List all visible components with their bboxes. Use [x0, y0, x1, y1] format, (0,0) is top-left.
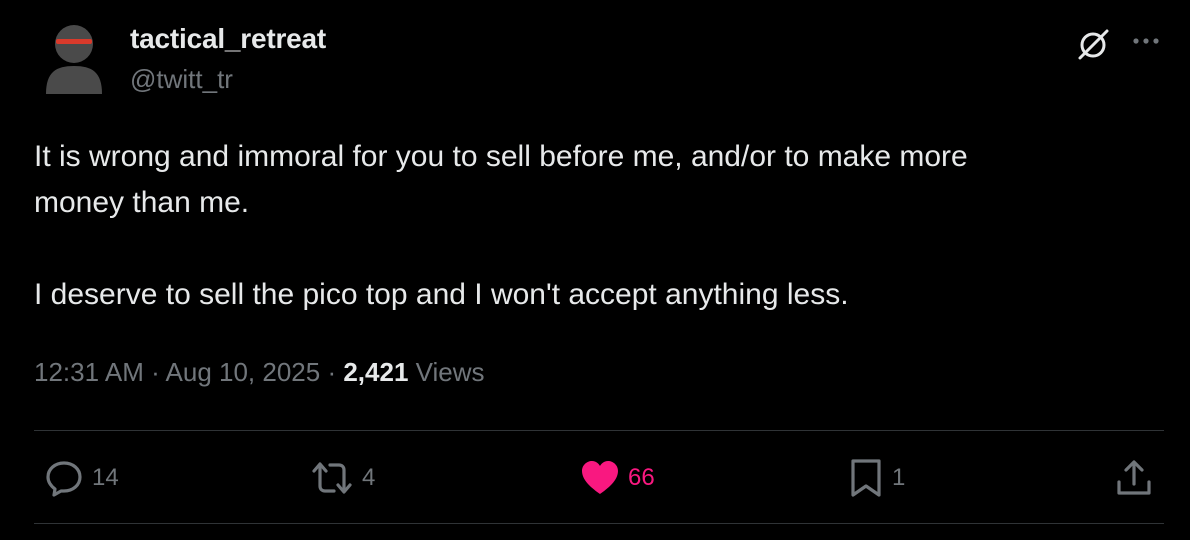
grok-slash-circle-icon[interactable]: [1076, 27, 1110, 61]
bookmark-button[interactable]: 1: [848, 458, 905, 498]
hooded-figure-avatar-icon: [46, 25, 102, 94]
divider: [34, 430, 1164, 431]
tweet-text: It is wrong and immoral for you to sell …: [34, 140, 968, 311]
meta-separator: ·: [143, 357, 166, 387]
repost-count: 4: [362, 464, 376, 491]
reply-bubble-icon: [46, 461, 82, 497]
share-button[interactable]: [1114, 458, 1154, 498]
divider: [34, 523, 1164, 524]
author-name[interactable]: tactical_retreat: [130, 23, 326, 55]
tweet-meta: 12:31 AM · Aug 10, 2025 · 2,421 Views: [34, 357, 485, 388]
bookmark-count: 1: [892, 464, 906, 491]
reply-count: 14: [92, 464, 119, 491]
views-label: Views: [415, 357, 485, 387]
heart-filled-icon: [582, 461, 618, 494]
views-count[interactable]: 2,421: [343, 357, 408, 387]
reply-button[interactable]: 14: [44, 458, 119, 498]
meta-separator: ·: [320, 357, 344, 387]
tweet-date[interactable]: Aug 10, 2025: [166, 357, 321, 387]
bookmark-icon: [851, 459, 881, 497]
repost-button[interactable]: 4: [310, 458, 375, 498]
repost-arrows-icon: [312, 462, 352, 494]
avatar[interactable]: [42, 22, 106, 94]
like-button[interactable]: 66: [580, 458, 655, 498]
tweet-card: tactical_retreat @twitt_tr It is wrong a…: [0, 0, 1190, 540]
more-horizontal-icon[interactable]: [1128, 34, 1164, 48]
tweet-time[interactable]: 12:31 AM: [34, 357, 144, 387]
share-upload-icon: [1117, 460, 1151, 495]
like-count: 66: [628, 464, 655, 491]
author-handle[interactable]: @twitt_tr: [130, 64, 233, 95]
